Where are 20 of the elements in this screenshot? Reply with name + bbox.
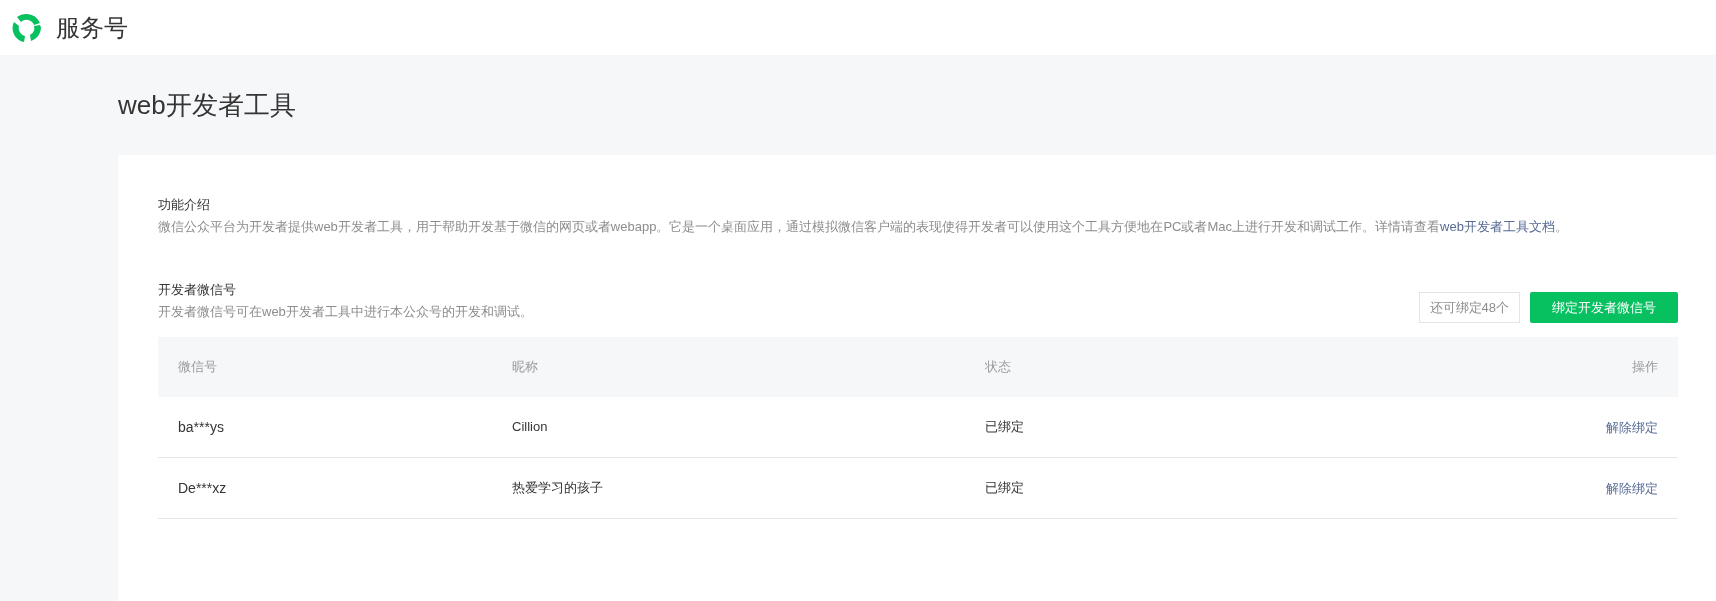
docs-link[interactable]: web开发者工具文档 — [1440, 219, 1555, 234]
table-cell-text: Cillion — [512, 418, 549, 437]
unbind-link[interactable]: 解除绑定 — [1606, 420, 1658, 435]
unbind-link[interactable]: 解除绑定 — [1606, 481, 1658, 496]
page-title: web开发者工具 — [118, 88, 297, 122]
intro-heading: 功能介绍 — [158, 196, 211, 214]
developer-description: 开发者微信号可在web开发者工具中进行本公众号的开发和调试。 — [158, 303, 533, 321]
column-header: 微信号 — [178, 358, 218, 377]
table-cell-text: 已绑定 — [985, 479, 1025, 498]
developer-heading: 开发者微信号 — [158, 281, 237, 299]
intro-paragraph: 微信公众平台为开发者提供web开发者工具，用于帮助开发基于微信的网页或者webapp。它是一个桌面应用，通过模拟微信客户端的表现使得开发者可以使用这个工具方便地在PC或者Mac上进行开发和调试工作。详情请查看web开发者工具文档。 — [158, 218, 1569, 236]
column-header: 状态 — [985, 358, 1012, 377]
column-header: 操作 — [1631, 358, 1658, 377]
table-cell-text: De***xz — [178, 478, 228, 498]
table-cell-text: 已绑定 — [985, 418, 1025, 437]
table-cell-text: 热爱学习的孩子 — [512, 479, 604, 498]
service-title: 服务号 — [56, 12, 128, 43]
table-cell-text: ba***ys — [178, 417, 225, 437]
remaining-count-tip: 还可绑定48个 — [1418, 292, 1520, 323]
column-header: 昵称 — [512, 358, 539, 377]
